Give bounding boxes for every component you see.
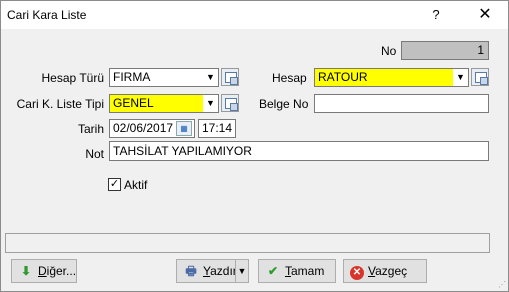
no-field: 1 <box>401 41 489 60</box>
yazdir-button[interactable]: 🖶 Yazdır <box>176 259 237 283</box>
close-button[interactable]: ✕ <box>462 1 508 29</box>
hesap-turu-value: FIRMA <box>113 70 151 84</box>
tarih-date-input[interactable]: 02/06/2017 ▦ <box>109 119 195 138</box>
status-bar <box>5 233 490 253</box>
hesap-label: Hesap <box>272 71 307 85</box>
cancel-icon: ✕ <box>350 266 364 280</box>
lookup-icon[interactable] <box>221 94 239 112</box>
cari-liste-tipi-label: Cari K. Liste Tipi <box>16 97 104 111</box>
not-label: Not <box>85 147 104 161</box>
hesap-turu-label: Hesap Türü <box>41 71 104 85</box>
diger-button[interactable]: ⬇ Diğer... <box>11 259 77 283</box>
title-bar: Cari Kara Liste ? ✕ <box>1 1 508 29</box>
hesap-select[interactable]: RATOUR ▼ <box>314 68 469 87</box>
belge-no-label: Belge No <box>259 97 309 111</box>
chevron-down-icon[interactable]: ▼ <box>203 69 218 86</box>
window-title: Cari Kara Liste <box>7 8 87 22</box>
help-button[interactable]: ? <box>413 1 459 29</box>
tarih-time-input[interactable]: 17:14 <box>198 119 236 138</box>
resize-grip[interactable]: ⋰ <box>498 280 506 289</box>
yazdir-dropdown-button[interactable]: ▼ <box>235 259 249 283</box>
chevron-down-icon[interactable]: ▼ <box>203 95 218 112</box>
not-input[interactable]: TAHSİLAT YAPILAMIYOR <box>109 141 489 161</box>
cari-liste-tipi-select[interactable]: GENEL ▼ <box>109 94 219 113</box>
chevron-down-icon: ▼ <box>237 266 247 276</box>
chevron-down-icon[interactable]: ▼ <box>453 69 468 86</box>
aktif-label: Aktif <box>124 178 148 192</box>
arrow-down-icon: ⬇ <box>20 264 32 278</box>
printer-icon: 🖶 <box>185 264 197 278</box>
belge-no-input[interactable] <box>314 94 489 113</box>
aktif-checkbox[interactable]: ✓ <box>108 178 121 191</box>
hesap-turu-select[interactable]: FIRMA ▼ <box>109 68 219 87</box>
checkmark-icon: ✔ <box>267 264 279 278</box>
tamam-button[interactable]: ✔ Tamam <box>258 259 336 283</box>
cari-liste-tipi-value: GENEL <box>113 96 154 110</box>
tarih-label: Tarih <box>77 122 104 136</box>
calendar-icon[interactable]: ▦ <box>176 121 192 136</box>
vazgec-button[interactable]: ✕ Vazgeç <box>343 259 427 283</box>
tarih-date-value: 02/06/2017 <box>113 121 174 135</box>
lookup-icon[interactable] <box>221 68 239 86</box>
no-label: No <box>381 44 397 58</box>
lookup-icon[interactable] <box>471 68 489 86</box>
hesap-value: RATOUR <box>318 70 368 84</box>
cari-kara-liste-dialog: Cari Kara Liste ? ✕ No 1 Hesap Türü FIRM… <box>0 0 509 292</box>
